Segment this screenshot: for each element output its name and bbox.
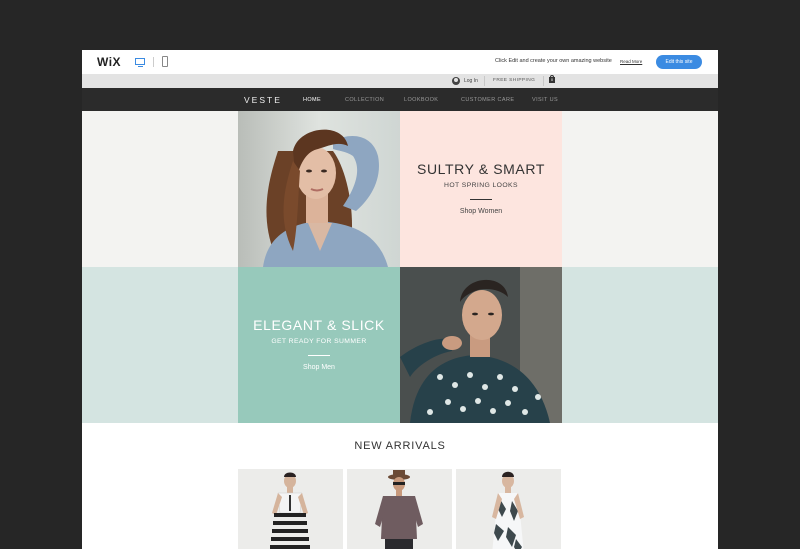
desktop-icon[interactable]	[135, 58, 145, 67]
nav-item-collection[interactable]: COLLECTION	[345, 97, 384, 103]
promo-text: Click Edit and create your own amazing w…	[495, 58, 612, 64]
hero-row-men: ELEGANT & SLICK GET READY FOR SUMMER Sho…	[82, 267, 718, 423]
hero-row-women: SULTRY & SMART HOT SPRING LOOKS Shop Wom…	[82, 111, 718, 267]
divider	[543, 76, 544, 86]
wix-logo: WiX	[97, 55, 122, 69]
product-image	[456, 469, 561, 549]
mobile-icon[interactable]	[162, 56, 168, 67]
main-nav: VESTE HOME COLLECTION LOOKBOOK CUSTOMER …	[82, 88, 718, 111]
nav-item-customer-care[interactable]: CUSTOMER CARE	[461, 97, 514, 103]
user-icon[interactable]	[452, 77, 460, 85]
women-promo-title: SULTRY & SMART	[417, 161, 545, 177]
product-image	[347, 469, 452, 549]
read-more-link[interactable]: Read More	[620, 59, 642, 64]
divider	[470, 199, 492, 200]
divider	[484, 76, 485, 86]
login-link[interactable]: Log In	[464, 78, 478, 84]
product-image	[238, 469, 343, 549]
website-preview: WiX Click Edit and create your own amazi…	[82, 50, 718, 549]
shop-men-link[interactable]: Shop Men	[238, 364, 400, 371]
men-promo-panel: ELEGANT & SLICK GET READY FOR SUMMER Sho…	[238, 267, 400, 423]
product-card[interactable]	[456, 469, 561, 549]
new-arrivals-title: NEW ARRIVALS	[354, 440, 446, 452]
utility-bar: Log In FREE SHIPPING 0	[82, 74, 718, 88]
nav-item-visit-us[interactable]: VISIT US	[532, 97, 558, 103]
free-shipping-text: FREE SHIPPING	[493, 78, 536, 83]
men-promo-subtitle: GET READY FOR SUMMER	[271, 338, 367, 345]
woman-model-image	[238, 111, 400, 267]
edit-site-button[interactable]: Edit this site	[656, 55, 702, 69]
cart-bag-icon[interactable]: 0	[549, 75, 555, 83]
divider	[153, 57, 154, 67]
nav-item-lookbook[interactable]: LOOKBOOK	[404, 97, 438, 103]
new-arrivals-section: NEW ARRIVALS	[82, 423, 718, 549]
shop-women-link[interactable]: Shop Women	[400, 208, 562, 215]
wix-toolbar: WiX Click Edit and create your own amazi…	[82, 50, 718, 74]
women-promo-panel: SULTRY & SMART HOT SPRING LOOKS Shop Wom…	[400, 111, 562, 267]
nav-item-home[interactable]: HOME	[303, 97, 321, 103]
product-card[interactable]	[238, 469, 343, 549]
women-promo-subtitle: HOT SPRING LOOKS	[444, 182, 518, 189]
product-card[interactable]	[347, 469, 452, 549]
brand-logo[interactable]: VESTE	[244, 95, 282, 105]
divider	[308, 355, 330, 356]
men-promo-title: ELEGANT & SLICK	[253, 317, 385, 333]
man-model-image	[400, 267, 562, 423]
cart-count: 0	[550, 77, 554, 82]
